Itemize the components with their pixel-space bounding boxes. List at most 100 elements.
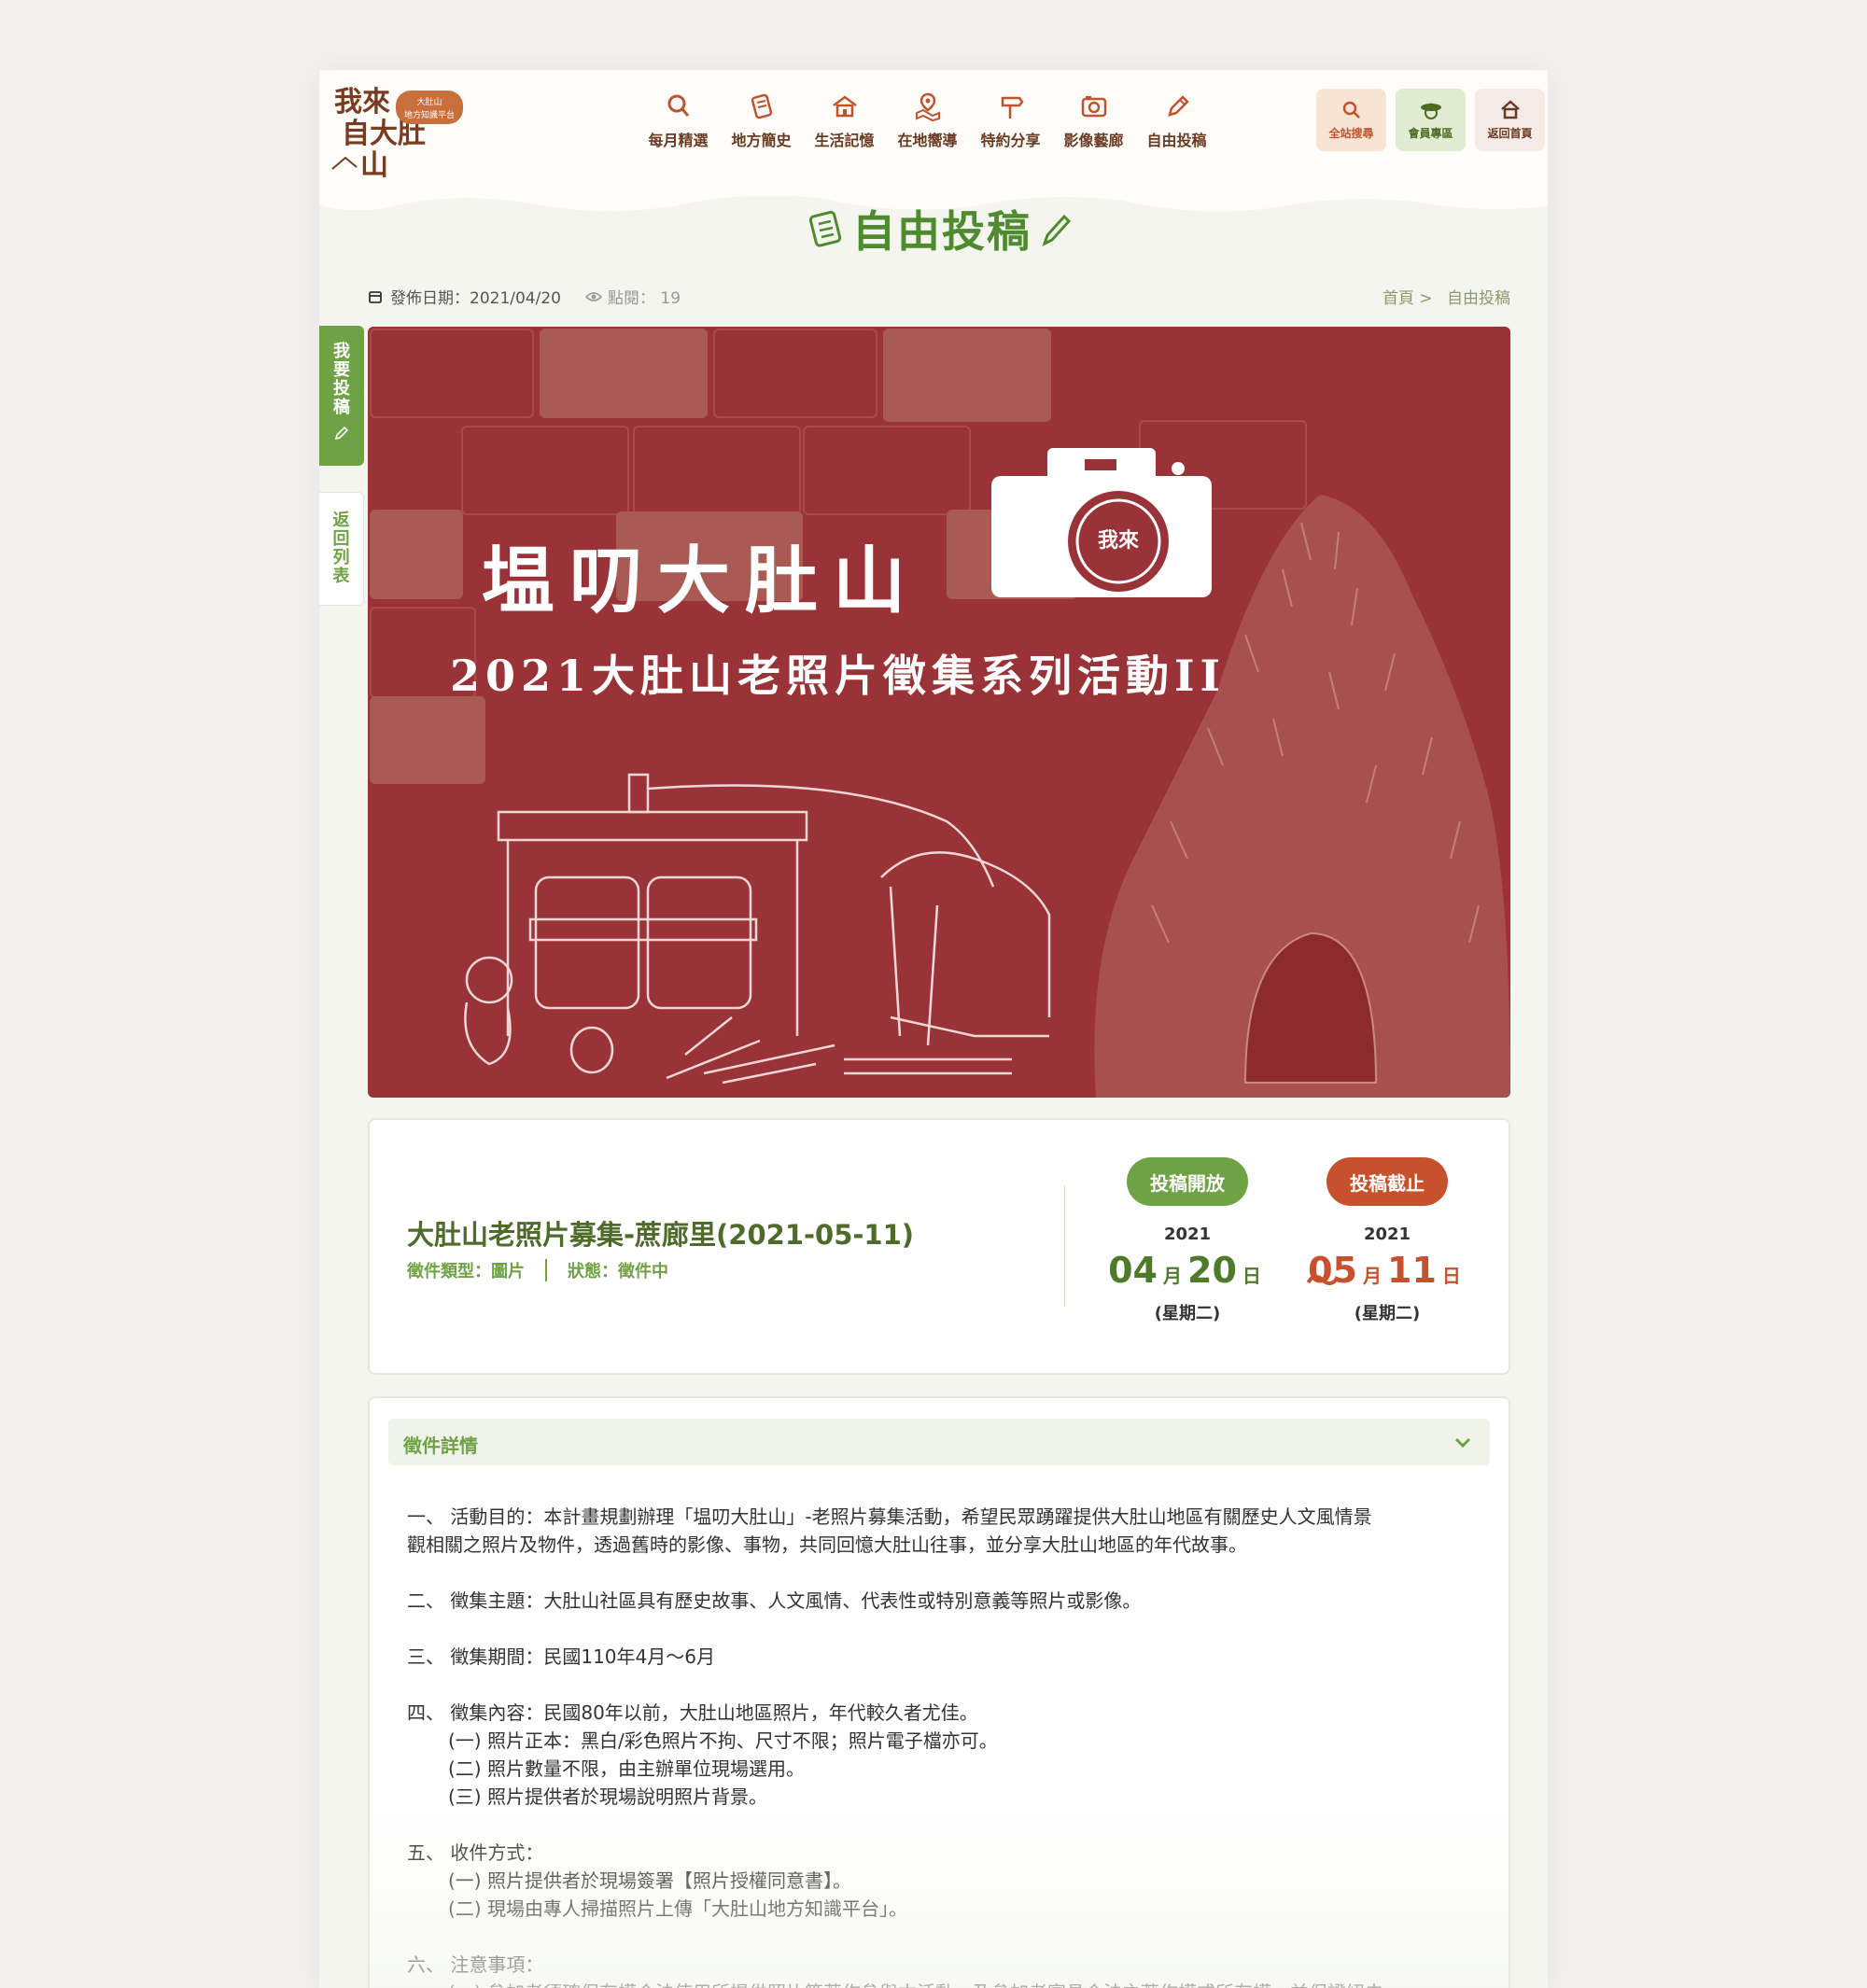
nav-label: 特約分享 bbox=[980, 132, 1041, 149]
nav-item-submit[interactable]: 自由投稿 bbox=[1135, 91, 1218, 165]
details-heading: 徵件詳情 bbox=[403, 1435, 478, 1457]
home-icon bbox=[1500, 100, 1520, 119]
camera-icon: 我來 bbox=[991, 448, 1212, 597]
svg-text:山: 山 bbox=[360, 149, 388, 182]
nav-item-monthly[interactable]: 每月精選 bbox=[637, 91, 720, 165]
banner-brick bbox=[540, 329, 708, 418]
detail-subitem: (二) 照片數量不限，由主辦單位現場選用。 bbox=[448, 1757, 805, 1780]
eye-icon bbox=[584, 291, 602, 301]
notepad-icon bbox=[808, 210, 842, 247]
open-date-block: 投稿開放 2021 04 月 20 日 (星期二) bbox=[1108, 1157, 1261, 1324]
site-search-button[interactable]: 全站搜尋 bbox=[1316, 89, 1386, 151]
detail-subitem: (二) 現場由專人掃描照片上傳「大肚山地方知識平台」。 bbox=[448, 1897, 907, 1920]
side-back-char: 返 bbox=[332, 511, 350, 530]
detail-subitem: (一) 照片提供者於現場簽署【照片授權同意書】。 bbox=[448, 1869, 851, 1892]
nav-item-share[interactable]: 特約分享 bbox=[969, 91, 1052, 165]
detail-text: 三、 徵集期間：民國110年4月～6月 bbox=[407, 1645, 715, 1668]
collection-info-card: 大肚山老照片募集-蔗廊里(2021-05-11) 徵件類型：圖片 狀態：徵件中 … bbox=[368, 1118, 1510, 1375]
detail-section: 四、 徵集內容：民國80年以前，大肚山地區照片，年代較久者尤佳。 (一) 照片正… bbox=[407, 1699, 1481, 1811]
svg-text:我來: 我來 bbox=[1098, 528, 1139, 553]
close-badge: 投稿截止 bbox=[1327, 1157, 1448, 1206]
close-day: 11 bbox=[1387, 1250, 1437, 1291]
breadcrumb-home[interactable]: 首頁 > bbox=[1383, 289, 1433, 308]
pencil-icon bbox=[334, 426, 349, 441]
day-unit: 日 bbox=[1441, 1265, 1461, 1287]
breadcrumb: 首頁 > 自由投稿 bbox=[1383, 285, 1510, 308]
detail-subitem: (一) 參加者須確保有權合法使用所提供照片等著作參與本活動，及參加者實具合法之著… bbox=[407, 1979, 1481, 1988]
back-home-button[interactable]: 返回首頁 bbox=[1475, 89, 1545, 151]
scroll-icon bbox=[751, 93, 772, 119]
search-icon bbox=[667, 94, 689, 117]
open-month-day: 04 月 20 日 bbox=[1108, 1250, 1267, 1291]
side-back-char: 列 bbox=[332, 548, 350, 567]
side-submit-char: 要 bbox=[333, 360, 350, 380]
map-pin-icon bbox=[915, 92, 940, 122]
collection-title: 大肚山老照片募集-蔗廊里(2021-05-11) bbox=[407, 1219, 915, 1251]
detail-section: 一、 活動目的：本計畫規劃辦理「塭叨大肚山」-老照片募集活動，希望民眾踴躍提供大… bbox=[407, 1503, 1481, 1559]
open-day: 20 bbox=[1187, 1250, 1237, 1291]
banner-brick bbox=[883, 329, 1051, 422]
side-back-char: 表 bbox=[332, 567, 350, 586]
nav-item-history[interactable]: 地方簡史 bbox=[720, 91, 803, 165]
month-unit: 月 bbox=[1363, 1265, 1382, 1287]
detail-section: 三、 徵集期間：民國110年4月～6月 bbox=[407, 1643, 1481, 1671]
pencil-icon bbox=[1167, 95, 1189, 117]
pencil-icon bbox=[1042, 214, 1072, 246]
house-icon bbox=[832, 95, 857, 118]
banner-brick bbox=[461, 426, 629, 515]
nav-label: 在地嚮導 bbox=[897, 132, 958, 149]
farmer-avatar-icon bbox=[1420, 103, 1441, 119]
nav-item-memory[interactable]: 生活記憶 bbox=[803, 91, 886, 165]
details-body: 一、 活動目的：本計畫規劃辦理「塭叨大肚山」-老照片募集活動，希望民眾踴躍提供大… bbox=[407, 1503, 1481, 1988]
nav-label: 自由投稿 bbox=[1146, 132, 1207, 149]
nav-label: 每月精選 bbox=[648, 132, 709, 149]
details-accordion-header[interactable]: 徵件詳情 bbox=[388, 1419, 1490, 1465]
open-weekday: (星期二) bbox=[1154, 1304, 1221, 1323]
close-year: 2021 bbox=[1363, 1225, 1411, 1244]
detail-text: 觀相關之照片及物件，透過舊時的影像、事物，共同回憶大肚山往事，並分享大肚山地區的… bbox=[407, 1533, 1247, 1556]
page-title: 自由投稿 bbox=[852, 206, 1032, 257]
member-area-label: 會員專區 bbox=[1408, 127, 1453, 140]
detail-text: 一、 活動目的：本計畫規劃辦理「塭叨大肚山」-老照片募集活動，希望民眾踴躍提供大… bbox=[407, 1505, 1372, 1528]
chevron-down-icon bbox=[1454, 1437, 1471, 1449]
detail-text: 五、 收件方式： bbox=[407, 1841, 544, 1864]
banner-brick bbox=[370, 510, 463, 599]
collection-meta: 徵件類型：圖片 狀態：徵件中 bbox=[407, 1258, 668, 1282]
breadcrumb-current[interactable]: 自由投稿 bbox=[1447, 289, 1510, 308]
side-submit-tab[interactable]: 我 要 投 稿 bbox=[319, 326, 364, 466]
open-badge: 投稿開放 bbox=[1127, 1157, 1248, 1206]
search-icon bbox=[1342, 101, 1360, 119]
site-search-label: 全站搜尋 bbox=[1328, 127, 1374, 140]
site-logo[interactable]: 我來 自大肚 山 大肚山 地方知識平台 bbox=[329, 77, 469, 188]
member-area-button[interactable]: 會員專區 bbox=[1396, 89, 1466, 151]
nav-label: 影像藝廊 bbox=[1063, 132, 1124, 149]
sugar-mill-illustration bbox=[464, 773, 1051, 1085]
side-submit-char: 投 bbox=[333, 379, 350, 399]
detail-section: 六、 注意事項： (一) 參加者須確保有權合法使用所提供照片等著作參與本活動，及… bbox=[407, 1951, 1481, 1988]
month-unit: 月 bbox=[1163, 1265, 1182, 1287]
back-home-label: 返回首頁 bbox=[1487, 127, 1533, 140]
calendar-icon bbox=[369, 290, 382, 303]
banner-brick bbox=[803, 426, 971, 515]
side-submit-char: 稿 bbox=[333, 398, 350, 417]
views-count-wrap: 點閱： 19 bbox=[584, 285, 681, 308]
side-submit-char: 我 bbox=[333, 342, 350, 361]
nav-item-gallery[interactable]: 影像藝廊 bbox=[1052, 91, 1135, 165]
detail-text: 四、 徵集內容：民國80年以前，大肚山地區照片，年代較久者尤佳。 bbox=[407, 1701, 978, 1724]
post-meta: 發佈日期：2021/04/20 點閱： 19 bbox=[368, 285, 681, 308]
open-year: 2021 bbox=[1163, 1225, 1212, 1244]
page-title-block: 自由投稿 bbox=[805, 191, 1075, 266]
collection-status: 狀態：徵件中 bbox=[568, 1262, 668, 1281]
vertical-divider bbox=[1064, 1185, 1065, 1307]
open-month: 04 bbox=[1108, 1250, 1158, 1291]
banner-brick bbox=[713, 329, 877, 418]
collection-type: 徵件類型：圖片 bbox=[407, 1262, 525, 1281]
side-back-to-list-tab[interactable]: 返 回 列 表 bbox=[319, 492, 364, 606]
nav-item-guide[interactable]: 在地嚮導 bbox=[886, 91, 969, 165]
detail-subitem: (三) 照片提供者於現場說明照片背景。 bbox=[448, 1785, 767, 1808]
svg-text:大肚山: 大肚山 bbox=[416, 96, 442, 107]
detail-section: 五、 收件方式： (一) 照片提供者於現場簽署【照片授權同意書】。 (二) 現場… bbox=[407, 1839, 1481, 1923]
side-back-char: 回 bbox=[332, 529, 350, 549]
main-nav: 每月精選 地方簡史 生活記憶 在地嚮導 特約分享 影像藝廊 自由投稿 bbox=[637, 91, 1218, 165]
detail-text: 二、 徵集主題：大肚山社區具有歷史故事、人文風情、代表性或特別意義等照片或影像。 bbox=[407, 1589, 1142, 1612]
